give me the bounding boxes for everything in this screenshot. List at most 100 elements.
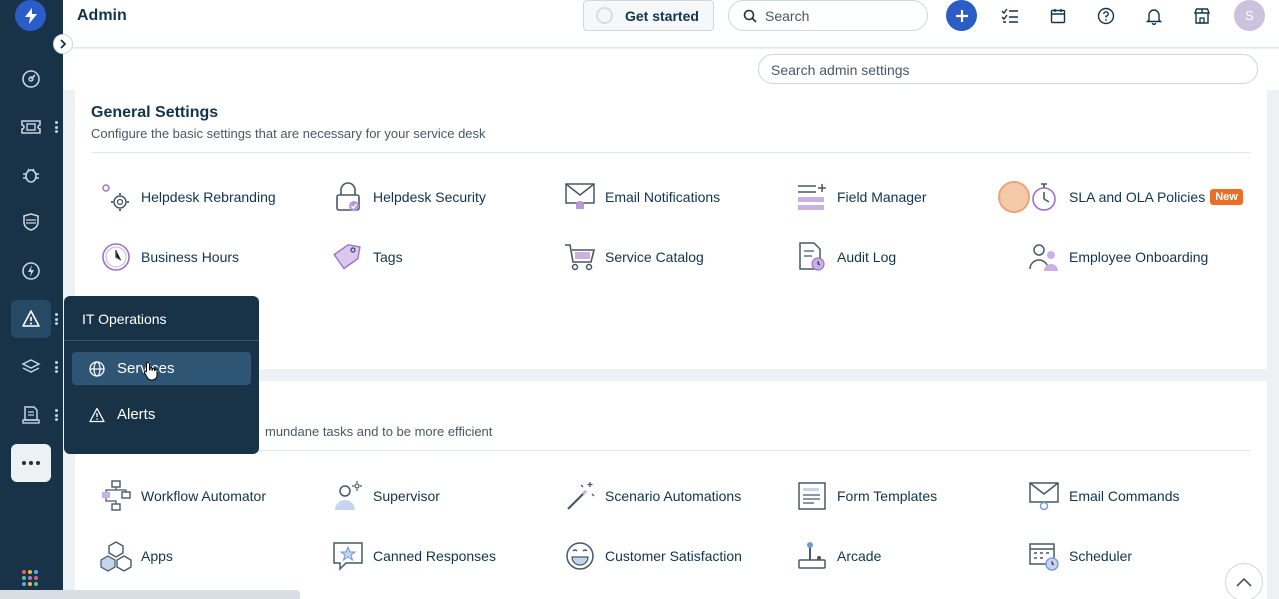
tile-helpdesk-rebranding[interactable]: Helpdesk Rebranding [99,180,276,214]
tile-label: Email Commands [1069,488,1180,504]
tile-email-commands[interactable]: Email Commands [1027,479,1179,513]
checklist-icon [1001,8,1018,23]
nav-assets[interactable] [11,348,51,386]
tile-label: Workflow Automator [141,488,267,504]
tile-email-notifications[interactable]: Email Notifications [563,180,720,214]
tile-tags[interactable]: Tags [331,240,403,274]
section-title: General Settings [91,104,219,121]
tile-label: Arcade [837,548,882,564]
flyout-item-alerts[interactable]: Alerts [72,398,251,431]
calendar-button[interactable] [1046,4,1070,28]
tile-business-hours[interactable]: Business Hours [99,240,239,274]
new-item-button[interactable] [946,0,977,31]
layers-icon [21,359,41,373]
app-root: Admin Get started Search S Search admin … [0,0,1279,599]
gauge-icon [22,70,40,88]
progress-ring-icon [596,7,613,24]
get-started-button[interactable]: Get started [583,0,714,31]
tile-helpdesk-security[interactable]: Helpdesk Security [331,180,486,214]
marketplace-button[interactable] [1190,4,1214,28]
freshservice-logo[interactable] [15,0,46,31]
flyout-item-label: Alerts [117,406,156,423]
global-search-input[interactable]: Search [728,0,928,31]
apps-grid-icon[interactable] [22,570,38,586]
tile-field-manager[interactable]: Field Manager [795,180,927,214]
tile-label: Email Notifications [605,189,721,205]
section-subtitle: mundane tasks and to be more efficient [265,424,493,439]
nav-tickets-more[interactable] [52,119,60,135]
nav-reports[interactable] [11,396,51,434]
browser-status-bar [0,590,300,599]
tile-label: Service Catalog [605,249,704,265]
joystick-icon [795,539,829,573]
search-icon [743,9,757,23]
bug-icon [23,168,39,183]
nav-changes[interactable] [11,203,51,241]
help-button[interactable] [1094,4,1118,28]
section-divider [91,450,1251,451]
flyout-divider [64,340,259,341]
notifications-button[interactable] [1142,4,1166,28]
flyout-item-services[interactable]: Services [72,352,251,385]
tile-label: Scenario Automations [605,488,742,504]
ticket-icon [21,120,41,134]
nav-problems[interactable] [11,156,51,194]
calendar-clock-icon [1027,539,1061,573]
tile-workflow-automator[interactable]: Workflow Automator [99,479,266,513]
nav-tickets[interactable] [11,108,51,146]
tile-scheduler[interactable]: Scheduler [1027,539,1132,573]
get-started-label: Get started [625,7,699,24]
more-horizontal-icon [22,461,40,465]
admin-search-input[interactable]: Search admin settings [758,54,1258,84]
admin-subheader: Search admin settings [63,49,1279,90]
nav-dashboard[interactable] [11,60,51,98]
tile-label: Field Manager [837,189,927,205]
shield-icon [23,213,39,231]
tile-label: Scheduler [1069,548,1133,564]
nav-reports-more[interactable] [52,407,60,423]
tag-icon [331,240,365,274]
tile-label: Apps [141,548,173,564]
tile-label: Supervisor [373,488,440,504]
section-divider [91,152,1251,153]
tile-label: Business Hours [141,249,240,265]
tile-label: SLA and OLA Policies [1069,189,1206,205]
it-operations-flyout: IT Operations Services Alerts [64,296,259,454]
tile-label: Canned Responses [373,548,496,564]
tile-audit-log[interactable]: Audit Log [795,240,896,274]
nav-it-operations-more[interactable] [52,311,60,327]
nav-releases[interactable] [11,252,51,290]
workflow-icon [99,479,133,513]
tile-label: Employee Onboarding [1069,249,1209,265]
tile-label: Customer Satisfaction [605,548,742,564]
user-avatar[interactable]: S [1234,0,1265,31]
bolt-circle-icon [22,262,40,280]
nav-assets-more[interactable] [52,359,60,375]
tile-label: Form Templates [837,488,938,504]
tile-service-catalog[interactable]: Service Catalog [563,240,704,274]
tile-label: Helpdesk Security [373,189,486,205]
status-indicator [998,181,1030,213]
nav-it-operations[interactable] [11,300,51,338]
todo-button[interactable] [998,4,1022,28]
tile-sla-ola-policies[interactable]: SLA and OLA Policies New [1027,180,1243,214]
tile-employee-onboarding[interactable]: Employee Onboarding [1027,240,1208,274]
nav-more-button[interactable] [11,444,51,482]
tile-form-templates[interactable]: Form Templates [795,479,937,513]
tile-customer-satisfaction[interactable]: Customer Satisfaction [563,539,742,573]
tile-arcade[interactable]: Arcade [795,539,881,573]
section-subtitle: Configure the basic settings that are ne… [91,126,486,141]
tile-label: Tags [373,249,403,265]
tile-canned-responses[interactable]: Canned Responses [331,539,496,573]
tile-scenario-automations[interactable]: Scenario Automations [563,479,741,513]
supervisor-icon [331,479,365,513]
tile-apps[interactable]: Apps [99,539,173,573]
document-clock-icon [795,240,829,274]
expand-nav-button[interactable] [53,34,73,54]
scroll-to-top-button[interactable] [1225,563,1263,599]
tile-supervisor[interactable]: Supervisor [331,479,440,513]
store-icon [1193,8,1211,24]
bell-icon [1146,9,1162,25]
new-badge: New [1210,189,1243,205]
stopwatch-icon [1027,180,1061,214]
